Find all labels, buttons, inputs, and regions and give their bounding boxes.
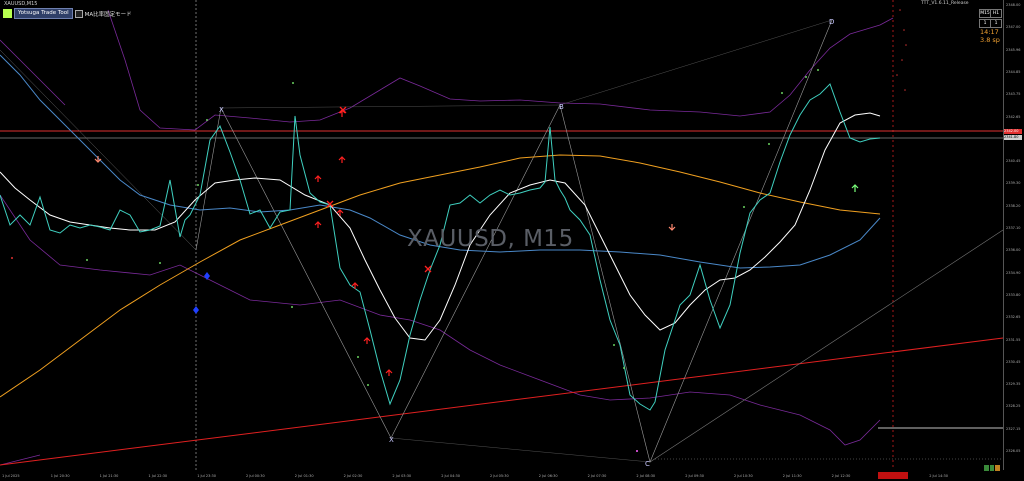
up-arrow-icon xyxy=(314,109,393,376)
band-lower-2 xyxy=(0,454,41,466)
price-tick: 2338.20 xyxy=(1006,203,1021,208)
price-tick: 2339.30 xyxy=(1006,181,1021,186)
pattern-label-b: B xyxy=(559,103,564,111)
trade-toolbar: Yotsuga Trade Tool MA比率固定モード xyxy=(3,8,132,19)
pattern-label-d: D xyxy=(829,18,834,26)
price-tick: 2334.90 xyxy=(1006,270,1021,275)
time-tick: 2 Jul 11:30 xyxy=(782,474,802,478)
symbol-label: XAUUSD,M15 xyxy=(4,1,38,7)
time-axis[interactable]: 1 Jul 2025 1 Jul 20:30 1 Jul 21:30 1 Jul 22… xyxy=(0,470,1004,481)
band-upper xyxy=(107,9,894,131)
ma-ratio-checkbox[interactable] xyxy=(74,9,83,18)
signal-dot-magenta xyxy=(636,450,638,452)
blue-marker-2[interactable] xyxy=(204,272,210,280)
price-tick: 2347.00 xyxy=(1006,25,1021,30)
time-axis-marker xyxy=(878,472,908,479)
time-tick: 1 Jul 2025 xyxy=(2,474,20,478)
time-tick: 2 Jul 10:30 xyxy=(734,474,753,478)
time-tick: 2 Jul 07:30 xyxy=(587,474,607,478)
price-scale[interactable]: 2348.00 2347.00 2345.96 2344.85 2343.75 2342.… xyxy=(1004,0,1024,470)
signal-dot-red xyxy=(11,257,13,259)
time-tick: 2 Jul 08:30 xyxy=(636,474,656,478)
time-tick: 1 Jul 21:30 xyxy=(99,474,119,478)
future-markers xyxy=(896,9,907,91)
price-tick: 2345.96 xyxy=(1006,47,1021,52)
harmonic-xb xyxy=(220,104,561,109)
time-tick: 2 Jul 00:30 xyxy=(246,474,265,478)
price-tick: 2336.00 xyxy=(1006,248,1021,253)
time-tick: 2 Jul 09:30 xyxy=(685,474,704,478)
pattern-label-c: C xyxy=(645,460,650,468)
status-block-1 xyxy=(984,465,989,471)
time-tick: 1 Jul 20:30 xyxy=(50,474,70,478)
status-block-2 xyxy=(989,465,995,471)
trendline-red[interactable] xyxy=(0,337,1004,466)
time-tick: 2 Jul 12:30 xyxy=(831,474,851,478)
up-arrow-green-icon xyxy=(851,184,859,192)
time-tick: 2 Jul 14:30 xyxy=(929,474,948,478)
pattern-label-x-bottom: X xyxy=(389,436,394,444)
time-tick: 1 Jul 23:30 xyxy=(197,474,216,478)
time-tick: 2 Jul 04:30 xyxy=(441,474,460,478)
price-tick: 2343.75 xyxy=(1006,92,1021,97)
band-upper-left xyxy=(0,39,66,106)
ea-name-label: TTT_V1.6.11_Release xyxy=(921,1,969,6)
trade-tool-button[interactable]: Yotsuga Trade Tool xyxy=(14,8,73,19)
time-tick: 2 Jul 02:30 xyxy=(343,474,363,478)
price-tick: 2329.35 xyxy=(1006,382,1021,387)
blue-marker-1[interactable] xyxy=(193,306,199,314)
harmonic-bd xyxy=(559,19,833,106)
pattern-label-x-top: X xyxy=(219,106,224,114)
current-price-tag: 2342.00 xyxy=(1004,129,1022,134)
price-tick: 2333.80 xyxy=(1006,292,1021,297)
ma-orange xyxy=(0,154,881,398)
timeframe-button-h1[interactable]: H1 xyxy=(990,9,1002,18)
chart-window[interactable]: X X B C D XAUUSD,M15 Yotsuga Trade Tool … xyxy=(0,0,1024,481)
harmonic-left xyxy=(0,49,197,251)
ma-ratio-label: MA比率固定モード xyxy=(84,11,132,18)
status-block-3 xyxy=(995,465,1001,471)
harmonic-xc xyxy=(390,437,651,463)
price-tick: 2340.45 xyxy=(1006,159,1021,164)
price-tick: 2348.00 xyxy=(1006,3,1021,7)
price-tick: 2330.45 xyxy=(1006,359,1021,364)
price-tick: 2332.65 xyxy=(1006,315,1021,320)
time-tick: 2 Jul 05:30 xyxy=(490,474,509,478)
price-tick: 2342.65 xyxy=(1006,114,1021,119)
bar-countdown: 14:17 xyxy=(980,28,999,36)
time-tick: 2 Jul 03:30 xyxy=(392,474,412,478)
price-tick: 2344.85 xyxy=(1006,69,1021,74)
timeframe-box: M15 H1 1 1 xyxy=(979,9,1002,28)
price-tick: 2337.10 xyxy=(1006,226,1021,230)
price-tick: 2328.25 xyxy=(1006,404,1021,409)
chart-watermark: XAUUSD, M15 xyxy=(407,226,574,252)
time-tick: 1 Jul 22:30 xyxy=(148,474,168,478)
price-tick: 2326.05 xyxy=(1006,449,1021,453)
bottom-status-widget[interactable] xyxy=(984,465,1001,471)
price-tick: 2331.55 xyxy=(1006,337,1021,342)
time-tick: 2 Jul 01:30 xyxy=(294,474,314,478)
down-arrow-icon xyxy=(94,156,676,231)
spread-display: 3.8 sp xyxy=(980,36,1000,44)
price-tick: 2327.15 xyxy=(1006,426,1021,431)
timeframe-value-2[interactable]: 1 xyxy=(990,19,1002,28)
time-tick: 2 Jul 06:30 xyxy=(538,474,558,478)
bid-price-tag: 2341.80 xyxy=(1004,135,1022,140)
trendline-grey[interactable] xyxy=(649,229,1004,463)
tool-color-square[interactable] xyxy=(3,9,12,18)
